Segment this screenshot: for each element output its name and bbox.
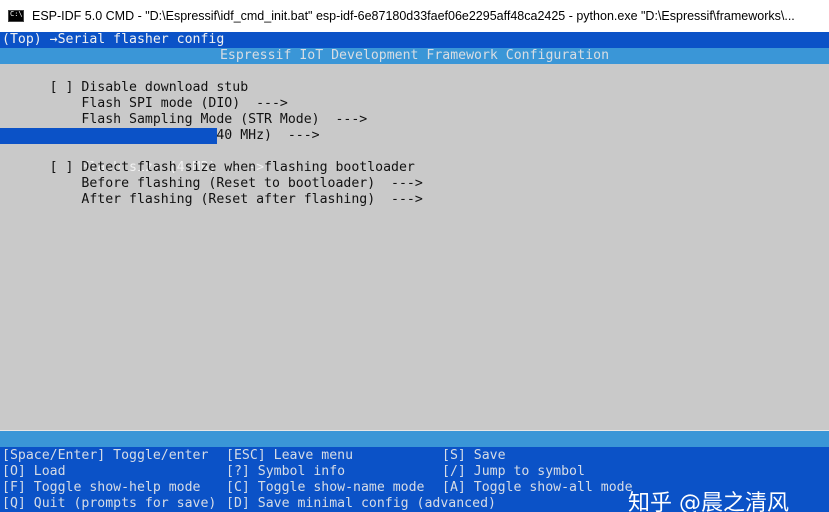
menu-item-flash-spi-speed[interactable]: Flash SPI speed (40 MHz) --->	[0, 112, 829, 143]
terminal[interactable]: (Top) →Serial flasher config Espressif I…	[0, 32, 829, 512]
help-jump-to-symbol: [/] Jump to symbol	[442, 464, 585, 479]
help-quit: [Q] Quit (prompts for save)	[2, 496, 217, 511]
menu-item-detect-flash-size[interactable]: [ ] Detect flash size when flashing boot…	[0, 144, 829, 175]
help-show-name: [C] Toggle show-name mode	[226, 480, 425, 495]
help-save-minimal: [D] Save minimal config (advanced)	[226, 496, 496, 511]
menu-item-flash-spi-mode[interactable]: Flash SPI mode (DIO) --->	[0, 80, 829, 111]
window-title: ESP-IDF 5.0 CMD - "D:\Espressif\idf_cmd_…	[32, 9, 795, 23]
watermark: 知乎 @晨之清风	[628, 491, 789, 512]
help-show-all: [A] Toggle show-all mode	[442, 480, 633, 495]
help-load: [O] Load	[2, 464, 66, 479]
panel-title: Espressif IoT Development Framework Conf…	[0, 48, 829, 64]
help-show-help: [F] Toggle show-help mode	[2, 480, 201, 495]
menu-item-after-flashing[interactable]: After flashing (Reset after flashing) --…	[0, 176, 829, 207]
selection-highlight	[0, 128, 217, 144]
window-titlebar: ESP-IDF 5.0 CMD - "D:\Espressif\idf_cmd_…	[0, 0, 829, 32]
help-save: [S] Save	[442, 448, 506, 463]
help-symbol-info: [?] Symbol info	[226, 464, 346, 479]
cmd-icon	[8, 10, 24, 22]
menu-panel: Espressif IoT Development Framework Conf…	[0, 48, 829, 431]
menu-item-flash-size[interactable]: Flash size (4 MB) --->	[0, 128, 829, 175]
separator-bar	[0, 431, 829, 447]
menu-item-before-flashing[interactable]: Before flashing (Reset to bootloader) --…	[0, 160, 829, 191]
help-toggle-enter: [Space/Enter] Toggle/enter	[2, 448, 209, 463]
menu-item-disable-download-stub[interactable]: [ ] Disable download stub	[0, 64, 829, 95]
help-leave-menu: [ESC] Leave menu	[226, 448, 354, 463]
breadcrumb: (Top) →Serial flasher config	[2, 32, 225, 47]
menu-item-flash-sampling-mode[interactable]: Flash Sampling Mode (STR Mode) --->	[0, 96, 829, 127]
